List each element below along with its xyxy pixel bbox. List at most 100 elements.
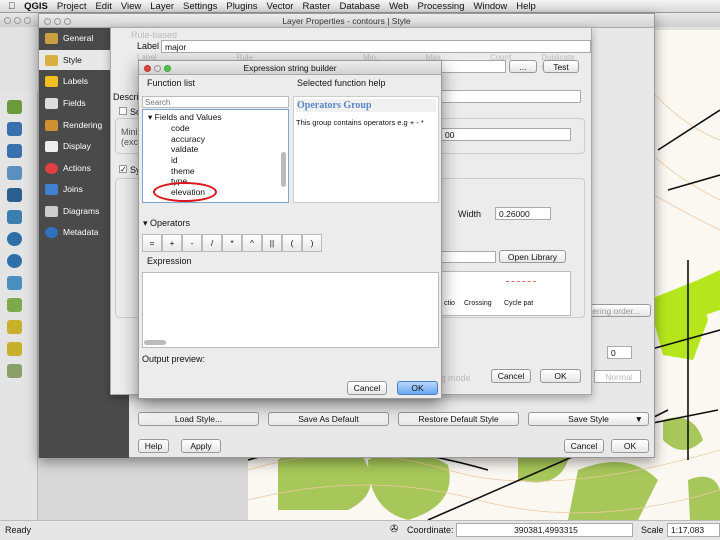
new-spatialite-icon[interactable] bbox=[7, 342, 22, 356]
open-library-button[interactable]: Open Library bbox=[499, 250, 566, 263]
menu-plugins[interactable]: Plugins bbox=[226, 1, 257, 12]
description-input[interactable] bbox=[441, 90, 581, 103]
coordinate-field[interactable]: 390381,4993315 bbox=[456, 523, 633, 537]
apply-button[interactable]: Apply bbox=[181, 439, 221, 453]
menu-view[interactable]: View bbox=[121, 1, 141, 12]
symbol-item[interactable]: Cycle pat bbox=[504, 300, 533, 307]
menu-raster[interactable]: Raster bbox=[302, 1, 330, 12]
gps-icon[interactable] bbox=[7, 364, 22, 378]
blend-mode-combo[interactable]: Normal bbox=[594, 370, 641, 383]
add-postgis-icon[interactable] bbox=[7, 144, 22, 158]
offset-spinbox[interactable]: 0 bbox=[607, 346, 632, 359]
sidebar-label: Joins bbox=[63, 184, 83, 194]
add-oracle-icon[interactable] bbox=[7, 210, 22, 224]
width-spinbox[interactable]: 0.26000 bbox=[495, 207, 551, 220]
operator-plus-button[interactable]: + bbox=[162, 234, 182, 252]
symbol-item[interactable]: Crossing bbox=[464, 300, 492, 307]
menu-processing[interactable]: Processing bbox=[418, 1, 465, 12]
menu-app[interactable]: QGIS bbox=[24, 1, 48, 12]
test-button[interactable]: Test bbox=[543, 60, 579, 73]
zoom-button[interactable] bbox=[164, 65, 171, 72]
rendering-icon bbox=[45, 119, 58, 131]
add-wfs-icon[interactable] bbox=[7, 276, 22, 290]
ok-button[interactable]: OK bbox=[611, 439, 649, 453]
renderer-type: Rule-based bbox=[131, 30, 178, 40]
apple-icon[interactable]:  bbox=[8, 1, 15, 12]
field-theme[interactable]: theme bbox=[171, 166, 195, 176]
expression-scrollbar[interactable] bbox=[144, 340, 166, 345]
menu-web[interactable]: Web bbox=[389, 1, 408, 12]
zoom-button[interactable] bbox=[64, 18, 71, 25]
operator-concat-button[interactable]: || bbox=[262, 234, 282, 252]
operators-label: Operators bbox=[150, 218, 191, 228]
rule-cancel-button[interactable]: Cancel bbox=[491, 369, 531, 383]
search-input[interactable] bbox=[142, 96, 289, 108]
scale-field[interactable]: 1:17,083 bbox=[667, 523, 720, 537]
menu-database[interactable]: Database bbox=[339, 1, 380, 12]
add-spatialite-icon[interactable] bbox=[7, 166, 22, 180]
expression-ok-button[interactable]: OK bbox=[397, 381, 438, 395]
menu-settings[interactable]: Settings bbox=[183, 1, 217, 12]
new-layer-icon[interactable] bbox=[7, 320, 22, 334]
operator-close-paren-button[interactable]: ) bbox=[302, 234, 322, 252]
display-icon bbox=[45, 140, 58, 152]
add-wcs-icon[interactable] bbox=[7, 254, 22, 268]
operator-open-paren-button[interactable]: ( bbox=[282, 234, 302, 252]
add-raster-icon[interactable] bbox=[7, 122, 22, 136]
add-vector-icon[interactable] bbox=[7, 100, 22, 114]
label-input[interactable]: major bbox=[161, 40, 591, 53]
rule-ok-button[interactable]: OK bbox=[540, 369, 581, 383]
coordinate-toggle-icon[interactable]: ✇ bbox=[390, 524, 398, 535]
field-id[interactable]: id bbox=[171, 155, 178, 165]
operator-divide-button[interactable]: / bbox=[202, 234, 222, 252]
restore-default-style-button[interactable]: Restore Default Style bbox=[398, 412, 519, 426]
expression-cancel-button[interactable]: Cancel bbox=[347, 381, 387, 395]
expression-label: Expression bbox=[147, 256, 192, 266]
sidebar-label: Actions bbox=[63, 163, 91, 173]
load-style-button[interactable]: Load Style... bbox=[138, 412, 259, 426]
menu-window[interactable]: Window bbox=[474, 1, 508, 12]
scale-combo[interactable]: 00 bbox=[441, 128, 571, 141]
add-mssql-icon[interactable] bbox=[7, 188, 22, 202]
group-fields-and-values[interactable]: ▾ Fields and Values bbox=[148, 112, 222, 123]
tree-scrollbar[interactable] bbox=[281, 152, 286, 187]
menu-vector[interactable]: Vector bbox=[267, 1, 294, 12]
sidebar-label: Diagrams bbox=[63, 206, 100, 216]
close-button[interactable] bbox=[44, 18, 51, 25]
operator-power-button[interactable]: ^ bbox=[242, 234, 262, 252]
help-button[interactable]: Help bbox=[138, 439, 169, 453]
field-accuracy[interactable]: accuracy bbox=[171, 134, 205, 144]
operator-minus-button[interactable]: - bbox=[182, 234, 202, 252]
operator-multiply-button[interactable]: * bbox=[222, 234, 242, 252]
label-label: Label bbox=[137, 41, 160, 51]
expression-builder-button[interactable]: ... bbox=[509, 60, 537, 73]
output-preview-label: Output preview: bbox=[142, 354, 206, 364]
min-scale-note: (exc bbox=[121, 137, 139, 147]
operators-toggle[interactable]: ▾ Operators bbox=[143, 218, 190, 229]
expression-textarea[interactable] bbox=[142, 272, 439, 348]
cancel-button[interactable]: Cancel bbox=[564, 439, 604, 453]
operator-equals-button[interactable]: = bbox=[142, 234, 162, 252]
symbol-item[interactable]: ctio bbox=[444, 300, 455, 307]
save-as-default-button[interactable]: Save As Default bbox=[268, 412, 389, 426]
sidebar-label: Display bbox=[63, 141, 91, 151]
add-delimited-icon[interactable] bbox=[7, 298, 22, 312]
menu-help[interactable]: Help bbox=[516, 1, 536, 12]
status-ready: Ready bbox=[5, 525, 32, 535]
minimize-button[interactable] bbox=[154, 65, 161, 72]
joins-icon bbox=[45, 183, 58, 195]
symbol-list[interactable]: ctio Crossing Cycle pat bbox=[441, 271, 571, 316]
minimize-button[interactable] bbox=[54, 18, 61, 25]
menu-layer[interactable]: Layer bbox=[150, 1, 174, 12]
symbol-combo[interactable] bbox=[441, 251, 496, 263]
close-button[interactable] bbox=[144, 65, 151, 72]
function-tree[interactable]: ▾ Fields and Values code accuracy valdat… bbox=[142, 109, 289, 203]
field-code[interactable]: code bbox=[171, 123, 189, 133]
menu-edit[interactable]: Edit bbox=[95, 1, 111, 12]
cycle-path-symbol bbox=[506, 281, 536, 282]
save-style-label: Save Style bbox=[568, 414, 609, 424]
field-valdate[interactable]: valdate bbox=[171, 144, 198, 154]
add-wms-icon[interactable] bbox=[7, 232, 22, 246]
menu-project[interactable]: Project bbox=[57, 1, 87, 12]
save-style-button[interactable]: Save Style ▼ bbox=[528, 412, 649, 426]
